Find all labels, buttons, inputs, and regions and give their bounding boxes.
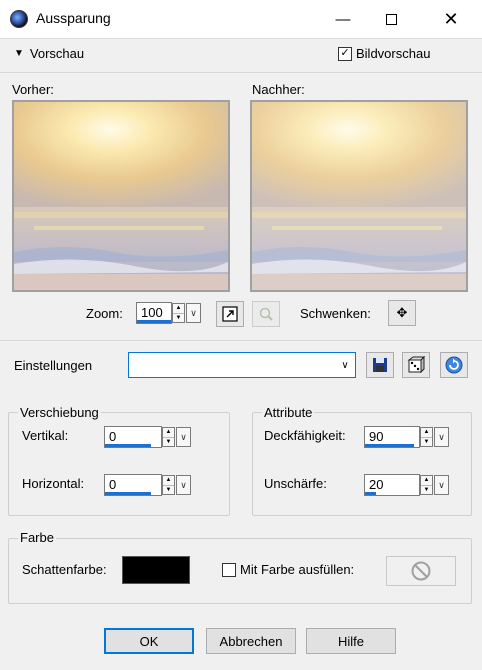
spin-down-icon: ▼ (163, 436, 174, 447)
opacity-dropdown-button[interactable]: ∨ (434, 427, 449, 447)
chevron-down-icon: ∨ (190, 307, 197, 318)
bildvorschau-checkbox[interactable]: ✓ Bildvorschau (338, 46, 430, 61)
chevron-down-icon: ∨ (180, 479, 187, 490)
before-label: Vorher: (12, 82, 54, 97)
save-preset-button[interactable] (366, 352, 394, 378)
reset-icon (445, 356, 463, 374)
blur-level-bar (365, 492, 376, 495)
spin-up-icon: ▲ (165, 429, 172, 436)
beach-image (14, 102, 228, 290)
horizontal-dropdown-button[interactable]: ∨ (176, 475, 191, 495)
spin-up-icon: ▲ (175, 305, 182, 312)
zoom-100-button[interactable] (252, 301, 280, 327)
horizontal-value: 0 (109, 477, 117, 492)
ok-button[interactable]: OK (104, 628, 194, 654)
magnifier-icon (259, 307, 273, 321)
minimize-button[interactable]: — (320, 0, 366, 38)
help-button[interactable]: Hilfe (306, 628, 396, 654)
chevron-down-icon: ∨ (180, 431, 187, 442)
opacity-level-bar (365, 444, 414, 447)
window-title: Aussparung (36, 10, 111, 26)
blur-dropdown-button[interactable]: ∨ (434, 475, 449, 495)
save-icon (373, 358, 387, 372)
opacity-value: 90 (369, 429, 384, 444)
zoom-level-bar (137, 320, 171, 323)
vertical-level-bar (105, 444, 151, 447)
reset-button[interactable] (440, 352, 468, 378)
after-preview[interactable] (250, 100, 468, 292)
zoom-input[interactable]: 100 (136, 302, 172, 324)
pan-button[interactable]: ✥ (388, 300, 416, 326)
blur-label: Unschärfe: (264, 476, 327, 491)
bildvorschau-label: Bildvorschau (356, 46, 431, 61)
close-icon: ✕ (443, 8, 459, 29)
collapse-triangle-icon: ▼ (14, 48, 24, 59)
horizontal-label: Horizontal: (22, 476, 85, 491)
maximize-icon (385, 13, 397, 25)
spin-up-icon: ▲ (165, 477, 172, 484)
vertical-value: 0 (109, 429, 117, 444)
vertical-dropdown-button[interactable]: ∨ (176, 427, 191, 447)
fill-color-checkbox[interactable]: Mit Farbe ausfüllen: (222, 562, 354, 577)
app-icon (10, 10, 28, 28)
no-color-icon (411, 561, 431, 581)
fill-color-swatch[interactable] (386, 556, 456, 586)
opacity-spinner[interactable]: ▲ ▼ (420, 427, 433, 447)
zoom-value: 100 (141, 305, 163, 320)
blur-spinner[interactable]: ▲ ▼ (420, 475, 433, 495)
settings-label: Einstellungen (14, 358, 93, 373)
opacity-label: Deckfähigkeit: (264, 428, 346, 443)
cancel-button[interactable]: Abbrechen (206, 628, 296, 654)
move-arrows-icon: ✥ (396, 305, 408, 320)
horizontal-input[interactable]: 0 (104, 474, 162, 496)
zoom-fit-button[interactable] (216, 301, 244, 327)
before-preview[interactable] (12, 100, 230, 292)
spin-up-icon: ▲ (423, 477, 430, 484)
spin-down-icon: ▼ (421, 436, 432, 447)
title-separator (0, 38, 482, 39)
divider (0, 72, 482, 73)
zoom-spinner[interactable]: ▲ ▼ (172, 303, 185, 323)
horizontal-level-bar (105, 492, 151, 495)
fit-window-icon (222, 306, 238, 322)
vertical-spinner[interactable]: ▲ ▼ (162, 427, 175, 447)
fill-color-label: Mit Farbe ausfüllen: (240, 562, 355, 577)
preview-toggle-label: Vorschau (29, 46, 85, 61)
attributes-group-title: Attribute (262, 405, 315, 420)
zoom-label: Zoom: (86, 306, 123, 321)
after-label: Nachher: (252, 82, 305, 97)
close-button[interactable]: ✕ (428, 0, 474, 38)
blur-input[interactable]: 20 (364, 474, 420, 496)
bildvorschau-check-icon: ✓ (338, 46, 352, 61)
vertical-label: Vertikal: (22, 428, 69, 443)
zoom-dropdown-button[interactable]: ∨ (186, 303, 201, 323)
opacity-input[interactable]: 90 (364, 426, 420, 448)
blur-value: 20 (369, 477, 384, 492)
spin-down-icon: ▼ (421, 484, 432, 495)
offset-group-title: Verschiebung (18, 405, 101, 420)
preview-toggle[interactable]: ▼ Vorschau (14, 46, 84, 61)
divider (0, 340, 482, 341)
vertical-input[interactable]: 0 (104, 426, 162, 448)
shadow-color-swatch[interactable] (122, 556, 190, 584)
chevron-down-icon: ∨ (438, 431, 445, 442)
beach-image (252, 102, 466, 290)
spin-down-icon: ▼ (173, 312, 184, 323)
maximize-button[interactable] (368, 0, 414, 38)
random-button[interactable] (402, 352, 430, 378)
pan-label: Schwenken: (300, 306, 371, 321)
chevron-down-icon: ∨ (341, 359, 349, 371)
shadow-color-label: Schattenfarbe: (22, 562, 107, 577)
minimize-icon: — (335, 10, 351, 28)
settings-preset-dropdown[interactable]: ∨ (128, 352, 356, 378)
horizontal-spinner[interactable]: ▲ ▼ (162, 475, 175, 495)
color-group-title: Farbe (18, 530, 56, 545)
fill-color-check-icon (222, 562, 236, 577)
dice-icon (407, 356, 425, 374)
spin-down-icon: ▼ (163, 484, 174, 495)
chevron-down-icon: ∨ (438, 479, 445, 490)
spin-up-icon: ▲ (423, 429, 430, 436)
